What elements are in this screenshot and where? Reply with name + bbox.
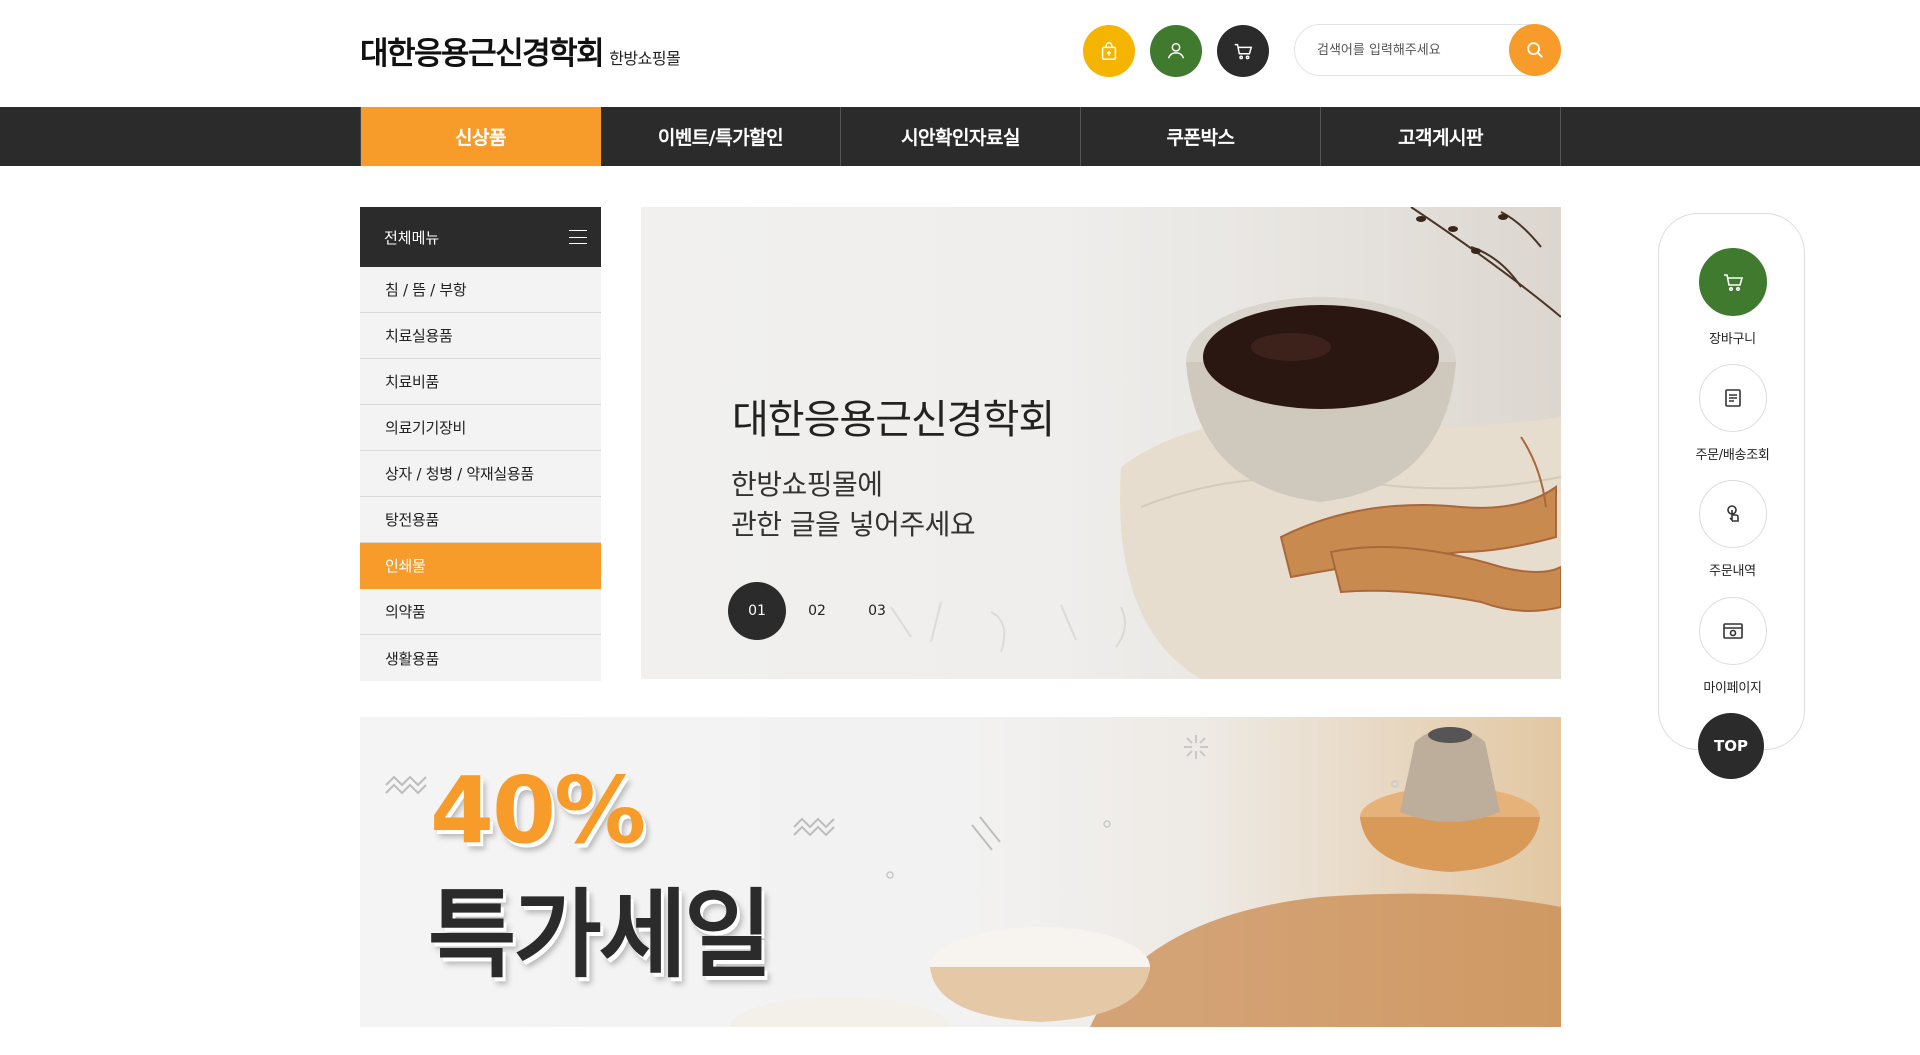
document-icon — [1724, 389, 1741, 407]
quick-cart-circle[interactable] — [1698, 248, 1767, 316]
quick-item-order-delivery[interactable]: 주문/배송조회 — [1659, 364, 1806, 463]
nav-item-customer-board[interactable]: 고객게시판 — [1321, 107, 1561, 166]
search-box — [1294, 24, 1561, 76]
category-item[interactable]: 탕전용품 — [360, 497, 601, 543]
nav-item-coupon-box[interactable]: 쿠폰박스 — [1081, 107, 1321, 166]
category-item[interactable]: 치료비품 — [360, 359, 601, 405]
nav-item-new-products[interactable]: 신상품 — [361, 107, 601, 166]
cart-icon — [1234, 43, 1253, 60]
search-icon — [1527, 42, 1543, 58]
category-item[interactable]: 침 / 뜸 / 부항 — [360, 267, 601, 313]
category-menu-header[interactable]: 전체메뉴 — [360, 207, 601, 267]
category-item[interactable]: 치료실용품 — [360, 313, 601, 359]
quick-mypage-circle[interactable] — [1698, 597, 1767, 665]
user-icon — [1167, 42, 1185, 59]
search-button[interactable] — [1509, 24, 1561, 76]
sale-title: 특가세일 — [428, 879, 772, 991]
slide-pagination: 01 02 03 — [728, 582, 908, 640]
category-menu-title: 전체메뉴 — [384, 228, 440, 247]
brand-name: 대한응용근신경학회 — [360, 36, 605, 72]
quick-item-label: 주문내역 — [1709, 564, 1756, 579]
category-menu: 전체메뉴 침 / 뜸 / 부항 치료실용품 치료비품 의료기기장비 상자 / 청… — [360, 207, 601, 681]
category-item[interactable]: 의약품 — [360, 589, 601, 635]
banner-subtitle: 한방쇼핑몰에 관한 글을 넣어주세요 — [731, 465, 976, 545]
main-nav: 신상품 이벤트/특가할인 시안확인자료실 쿠폰박스 고객게시판 — [0, 107, 1920, 166]
hamburger-icon — [569, 230, 587, 244]
category-item[interactable]: 상자 / 청병 / 약재실용품 — [360, 451, 601, 497]
nav-item-events[interactable]: 이벤트/특가할인 — [601, 107, 841, 166]
shopping-bag-button[interactable] — [1083, 25, 1135, 77]
quick-item-label: 주문/배송조회 — [1695, 448, 1770, 463]
category-item-active[interactable]: 인쇄물 — [360, 543, 601, 589]
cart-icon — [1723, 274, 1743, 292]
slide-dot-3[interactable]: 03 — [848, 582, 906, 640]
browser-icon — [1722, 623, 1743, 639]
banner-subtitle-line: 한방쇼핑몰에 — [731, 468, 883, 501]
banner-subtitle-line: 관한 글을 넣어주세요 — [731, 508, 976, 541]
search-input[interactable] — [1317, 39, 1497, 61]
cart-button[interactable] — [1217, 25, 1269, 77]
slide-dot-1[interactable]: 01 — [728, 582, 786, 640]
quick-item-label: 장바구니 — [1709, 332, 1756, 347]
sale-percent: 40% — [430, 757, 646, 864]
quick-history-circle[interactable] — [1698, 480, 1767, 548]
quick-order-circle[interactable] — [1698, 364, 1767, 432]
slide-dot-2[interactable]: 02 — [788, 582, 846, 640]
touch-icon — [1726, 505, 1739, 522]
category-item[interactable]: 의료기기장비 — [360, 405, 601, 451]
brand-subtitle: 한방쇼핑몰 — [609, 49, 681, 68]
scroll-top-button[interactable]: TOP — [1698, 713, 1764, 779]
banner-title: 대한응용근신경학회 — [732, 397, 1055, 443]
quick-menu: 장바구니 주문/배송조회 주문내역 마이페이지 — [1658, 213, 1805, 750]
quick-item-cart[interactable]: 장바구니 — [1659, 248, 1806, 347]
login-button[interactable] — [1150, 25, 1202, 77]
shopping-bag-icon — [1101, 42, 1117, 60]
site-header: 대한응용근신경학회 한방쇼핑몰 — [0, 0, 1920, 107]
category-item[interactable]: 생활용품 — [360, 635, 601, 681]
site-logo[interactable]: 대한응용근신경학회 한방쇼핑몰 — [360, 28, 681, 73]
quick-item-mypage[interactable]: 마이페이지 — [1659, 597, 1806, 696]
main-banner-slider[interactable]: 대한응용근신경학회 한방쇼핑몰에 관한 글을 넣어주세요 01 02 03 — [641, 207, 1561, 679]
quick-item-label: 마이페이지 — [1703, 681, 1762, 696]
quick-item-order-history[interactable]: 주문내역 — [1659, 480, 1806, 579]
sale-banner[interactable]: 40% 특가세일 — [360, 717, 1561, 1027]
nav-item-proof-archive[interactable]: 시안확인자료실 — [841, 107, 1081, 166]
